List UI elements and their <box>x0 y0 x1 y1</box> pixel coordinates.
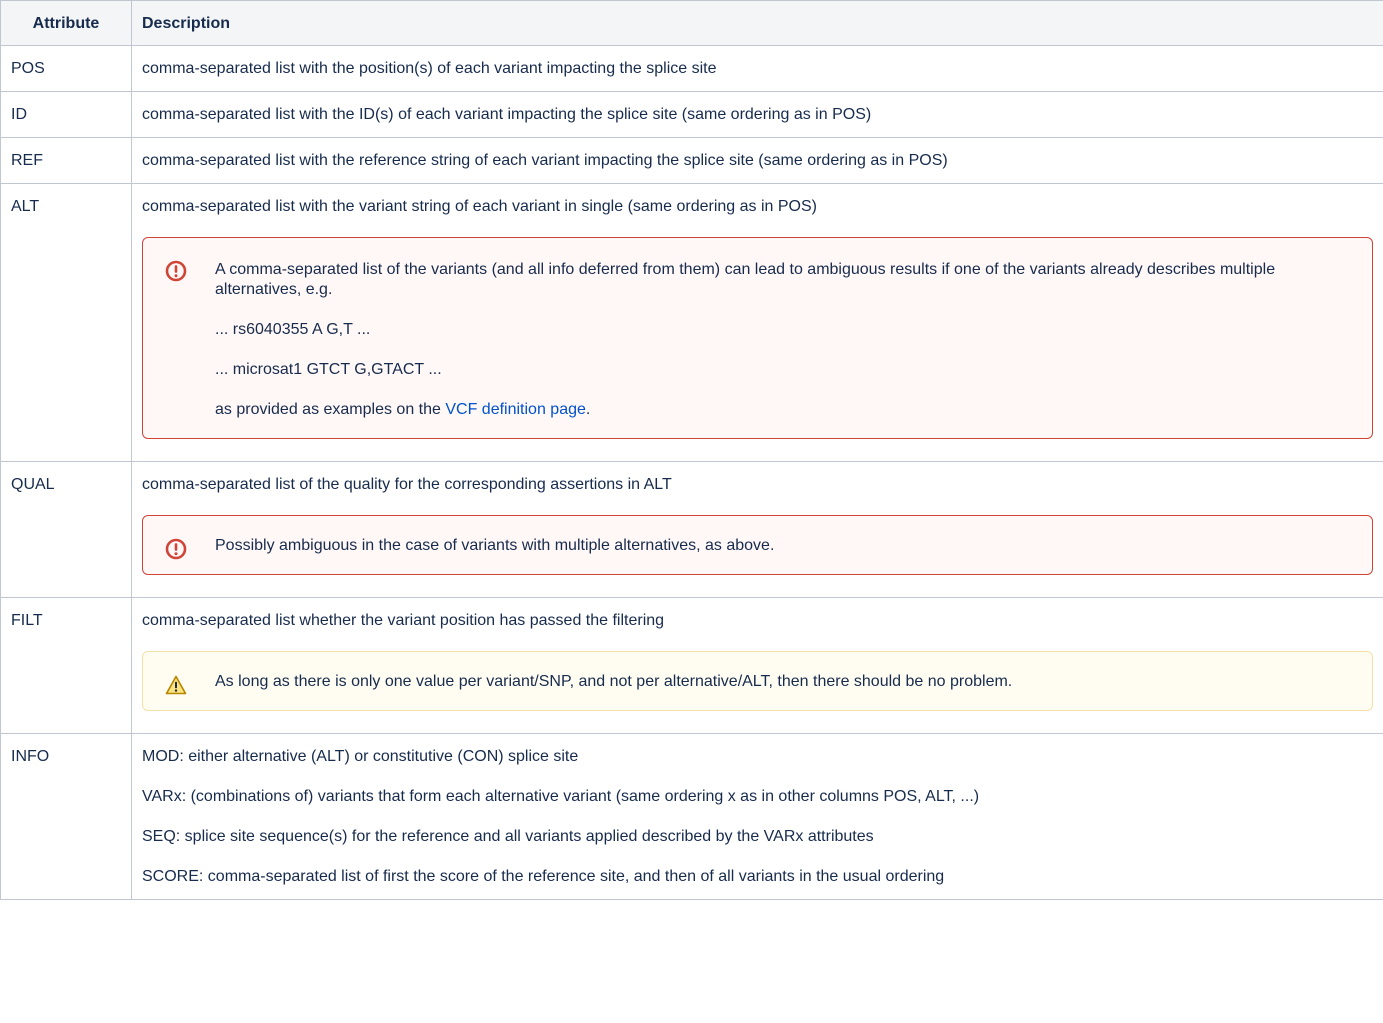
info-line: VARx: (combinations of) variants that fo… <box>142 788 980 805</box>
attr-cell: ID <box>0 91 132 138</box>
info-line: SCORE: comma-separated list of first the… <box>142 868 945 885</box>
panel-example: ... rs6040355 A G,T ... <box>215 321 371 338</box>
warning-icon <box>165 675 187 695</box>
table-header-row: Attribute Description <box>0 0 1383 46</box>
table-row: POS comma-separated list with the positi… <box>0 45 1383 92</box>
desc-text: comma-separated list whether the variant… <box>142 612 665 629</box>
attr-cell: POS <box>0 45 132 92</box>
vcf-definition-link[interactable]: VCF definition page <box>445 401 586 418</box>
panel-text-prefix: as provided as examples on the <box>215 401 446 418</box>
desc-text: comma-separated list with the variant st… <box>142 198 817 215</box>
desc-cell: comma-separated list with the position(s… <box>131 45 1383 92</box>
info-line: MOD: either alternative (ALT) or constit… <box>142 748 579 765</box>
desc-cell: comma-separated list with the ID(s) of e… <box>131 91 1383 138</box>
table-row: ALT comma-separated list with the varian… <box>0 183 1383 462</box>
panel-text: as provided as examples on the VCF defin… <box>215 400 1348 420</box>
desc-cell: MOD: either alternative (ALT) or constit… <box>131 733 1383 900</box>
header-attribute: Attribute <box>0 0 132 46</box>
error-panel: A comma-separated list of the variants (… <box>142 237 1373 439</box>
panel-text: As long as there is only one value per v… <box>215 673 1013 690</box>
desc-cell: comma-separated list whether the variant… <box>131 597 1383 734</box>
attribute-table: Attribute Description POS comma-separate… <box>0 0 1383 900</box>
panel-text: A comma-separated list of the variants (… <box>215 261 1276 298</box>
desc-cell: comma-separated list with the reference … <box>131 137 1383 184</box>
attr-cell: ALT <box>0 183 132 462</box>
panel-text-suffix: . <box>585 401 591 418</box>
warning-panel: As long as there is only one value per v… <box>142 651 1373 711</box>
attr-cell: INFO <box>0 733 132 900</box>
desc-cell: comma-separated list of the quality for … <box>131 461 1383 598</box>
header-description: Description <box>131 0 1383 46</box>
desc-text: comma-separated list of the quality for … <box>142 476 672 493</box>
table-row: ID comma-separated list with the ID(s) o… <box>0 91 1383 138</box>
error-icon <box>165 260 187 282</box>
table-row: FILT comma-separated list whether the va… <box>0 597 1383 734</box>
attr-cell: QUAL <box>0 461 132 598</box>
attr-cell: FILT <box>0 597 132 734</box>
error-panel: Possibly ambiguous in the case of varian… <box>142 515 1373 575</box>
info-line: SEQ: splice site sequence(s) for the ref… <box>142 828 874 845</box>
desc-cell: comma-separated list with the variant st… <box>131 183 1383 462</box>
panel-example: ... microsat1 GTCT G,GTACT ... <box>215 361 442 378</box>
table-row: INFO MOD: either alternative (ALT) or co… <box>0 733 1383 900</box>
error-icon <box>165 538 187 560</box>
table-row: REF comma-separated list with the refere… <box>0 137 1383 184</box>
panel-text: Possibly ambiguous in the case of varian… <box>215 537 775 554</box>
table-row: QUAL comma-separated list of the quality… <box>0 461 1383 598</box>
attr-cell: REF <box>0 137 132 184</box>
